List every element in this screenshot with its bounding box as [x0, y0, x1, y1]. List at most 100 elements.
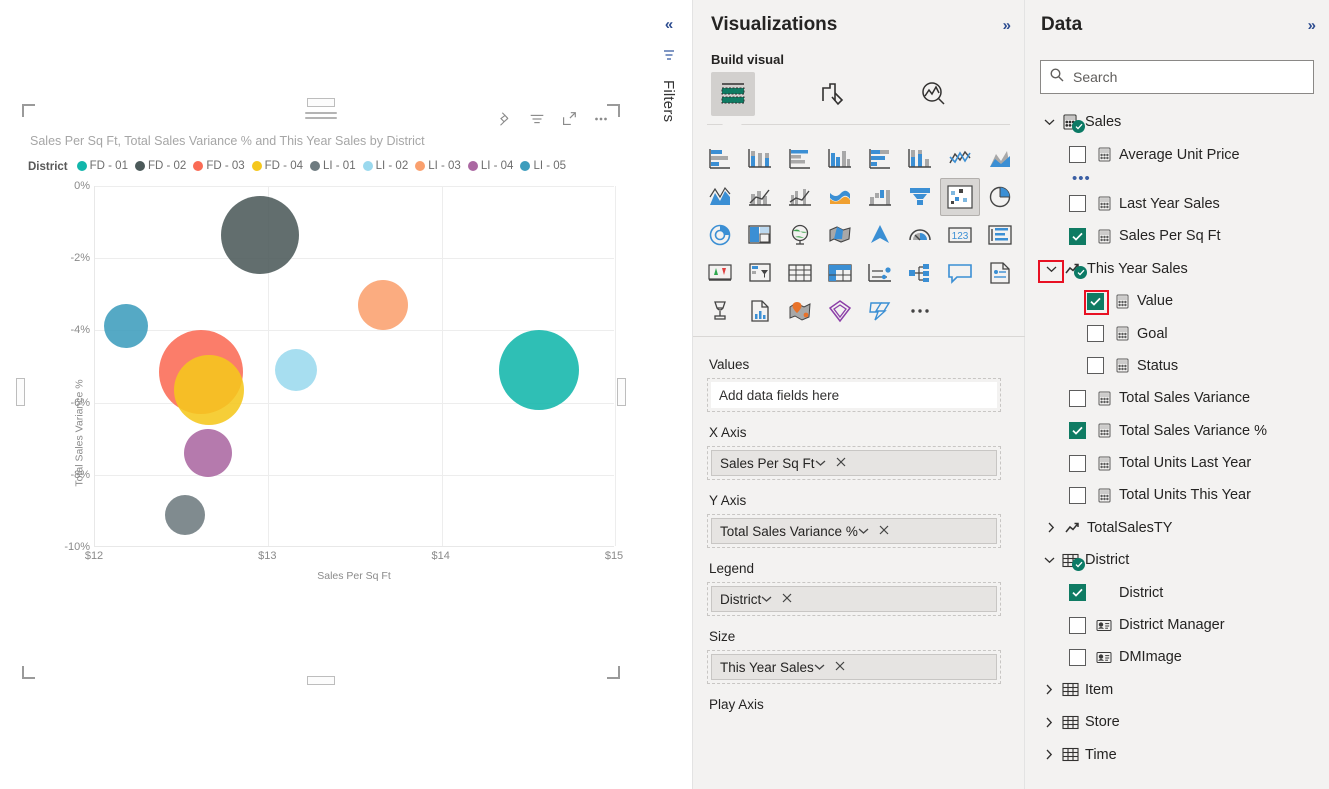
visual-type-scatter-chart[interactable]	[940, 178, 980, 216]
field-checkbox-total-units-this-year[interactable]	[1069, 486, 1086, 504]
remove-field-icon[interactable]	[879, 525, 889, 537]
visual-type-gauge-chart[interactable]	[900, 216, 940, 254]
field-checkbox-status[interactable]	[1087, 357, 1104, 375]
table-row-district[interactable]: District	[1025, 544, 1329, 576]
visual-type-kpi[interactable]	[700, 254, 740, 292]
visual-type-azure-map[interactable]	[860, 216, 900, 254]
analytics-tab[interactable]	[911, 72, 955, 116]
field-checkbox-district[interactable]	[1069, 584, 1086, 602]
field-row-total-sales-variance[interactable]: Total Sales Variance %	[1025, 415, 1329, 447]
visual-type-q-and-a[interactable]	[940, 254, 980, 292]
field-checkbox-goal[interactable]	[1087, 325, 1104, 343]
field-checkbox-total-units-last-year[interactable]	[1069, 454, 1086, 472]
resize-handle-bottom[interactable]	[307, 676, 335, 685]
visual-type-power-apps-visual[interactable]	[820, 292, 860, 330]
visual-type-donut-chart[interactable]	[700, 216, 740, 254]
plot-canvas[interactable]	[94, 186, 616, 547]
visual-type-multi-row-card[interactable]	[980, 216, 1020, 254]
visual-type-table[interactable]	[780, 254, 820, 292]
field-row-district[interactable]: District	[1025, 576, 1329, 608]
legend-item[interactable]: LI - 02	[362, 160, 408, 172]
legend-item[interactable]: LI - 04	[467, 160, 513, 172]
visual-type-line-chart[interactable]	[940, 140, 980, 178]
visual-type-arcgis-map[interactable]	[780, 292, 820, 330]
scatter-visual-container[interactable]: Sales Per Sq Ft, Total Sales Variance % …	[16, 98, 626, 685]
resize-handle-top[interactable]	[307, 98, 335, 107]
field-checkbox-value[interactable]	[1084, 289, 1109, 315]
resize-corner-top-left[interactable]	[22, 104, 35, 117]
scatter-bubble[interactable]	[165, 495, 206, 536]
legend-item[interactable]: LI - 05	[520, 160, 566, 172]
field-row-dmimage[interactable]: DMImage	[1025, 641, 1329, 673]
chevron-right-icon[interactable]	[1039, 684, 1059, 695]
field-wells[interactable]: Values Add data fields here X Axis Sales Pe…	[693, 344, 1015, 789]
field-row-total-units-this-year[interactable]: Total Units This Year	[1025, 479, 1329, 511]
resize-corner-top-right[interactable]	[607, 104, 620, 117]
visualizations-tabs[interactable]	[711, 72, 955, 116]
visual-type-pie-chart[interactable]	[980, 178, 1020, 216]
remove-field-icon[interactable]	[835, 661, 845, 673]
visual-type-stacked-column-chart[interactable]	[740, 140, 780, 178]
field-checkbox-last-year-sales[interactable]	[1069, 195, 1086, 213]
field-row-total-sales-variance[interactable]: Total Sales Variance	[1025, 382, 1329, 414]
visual-type-power-automate-visual[interactable]	[860, 292, 900, 330]
visual-type-clustered-column-chart[interactable]	[820, 140, 860, 178]
data-pane[interactable]: Data » Search Sales Average Unit Price •••…	[1025, 0, 1329, 789]
visual-type-area-chart[interactable]	[980, 140, 1020, 178]
well-values[interactable]: Add data fields here	[707, 378, 1001, 412]
well-size[interactable]: This Year Sales	[707, 650, 1001, 684]
data-pane-collapse-icon[interactable]: »	[1308, 17, 1316, 34]
legend-item[interactable]: FD - 02	[134, 160, 186, 172]
resize-handle-right[interactable]	[617, 377, 626, 406]
table-row-time[interactable]: Time	[1025, 738, 1329, 770]
legend-item[interactable]: FD - 03	[193, 160, 245, 172]
field-checkbox-sales-per-sq-ft[interactable]	[1069, 227, 1086, 245]
resize-corner-bottom-left[interactable]	[22, 666, 35, 679]
visual-type-waterfall-chart[interactable]	[860, 178, 900, 216]
scatter-bubble[interactable]	[275, 349, 318, 392]
field-row-status[interactable]: Status	[1025, 350, 1329, 382]
filter-icon[interactable]	[528, 110, 546, 128]
group-row-totalsalesty[interactable]: TotalSalesTY	[1025, 512, 1329, 544]
visual-type-r-script-visual[interactable]	[860, 254, 900, 292]
field-checkbox-district-manager[interactable]	[1069, 616, 1086, 634]
chart-legend[interactable]: District FD - 01 FD - 02 FD - 03 FD - 04 LI …	[28, 160, 573, 174]
visual-type-matrix[interactable]	[820, 254, 860, 292]
field-row-value[interactable]: Value	[1025, 285, 1329, 317]
visual-type-funnel-chart[interactable]	[900, 178, 940, 216]
visual-type-gallery[interactable]: 123	[700, 140, 1020, 330]
visual-drag-handle[interactable]	[305, 112, 337, 122]
data-field-tree[interactable]: Sales Average Unit Price ••• Last Year Sale…	[1025, 106, 1329, 771]
table-row-item[interactable]: Item	[1025, 674, 1329, 706]
well-x-axis[interactable]: Sales Per Sq Ft	[707, 446, 1001, 480]
chevron-down-icon[interactable]	[761, 593, 772, 605]
format-tab[interactable]	[811, 72, 855, 116]
legend-item[interactable]: LI - 03	[415, 160, 461, 172]
visual-type-stacked-area-chart[interactable]	[700, 178, 740, 216]
scatter-bubble[interactable]	[174, 354, 245, 425]
visual-type-line-and-clustered-column-chart[interactable]	[780, 178, 820, 216]
field-row-total-units-last-year[interactable]: Total Units Last Year	[1025, 447, 1329, 479]
visual-type-100-stacked-column-chart[interactable]	[900, 140, 940, 178]
remove-field-icon[interactable]	[782, 593, 792, 605]
filters-pane-label[interactable]: Filters	[660, 80, 677, 122]
remove-field-icon[interactable]	[836, 457, 846, 469]
field-checkbox-average-unit-price[interactable]	[1069, 146, 1086, 164]
visual-type-line-and-stacked-column-chart[interactable]	[740, 178, 780, 216]
scatter-bubble[interactable]	[220, 195, 299, 274]
visual-type-treemap[interactable]	[740, 216, 780, 254]
chevron-down-icon[interactable]	[858, 525, 869, 537]
resize-corner-bottom-right[interactable]	[607, 666, 620, 679]
scatter-bubble[interactable]	[357, 280, 408, 331]
legend-item[interactable]: LI - 01	[310, 160, 356, 172]
group-row-this-year-sales[interactable]: This Year Sales	[1025, 253, 1329, 285]
chevron-right-icon[interactable]	[1039, 749, 1059, 760]
table-row-sales[interactable]: Sales	[1025, 106, 1329, 138]
visual-type-map[interactable]	[780, 216, 820, 254]
visual-type-paginated-report[interactable]	[980, 254, 1020, 292]
more-fields-ellipsis[interactable]: •••	[1025, 171, 1329, 188]
scatter-bubble[interactable]	[498, 330, 579, 411]
field-checkbox-total-sales-variance[interactable]	[1069, 422, 1086, 440]
visual-type-stacked-bar-chart[interactable]	[700, 140, 740, 178]
pin-icon[interactable]	[496, 110, 514, 128]
